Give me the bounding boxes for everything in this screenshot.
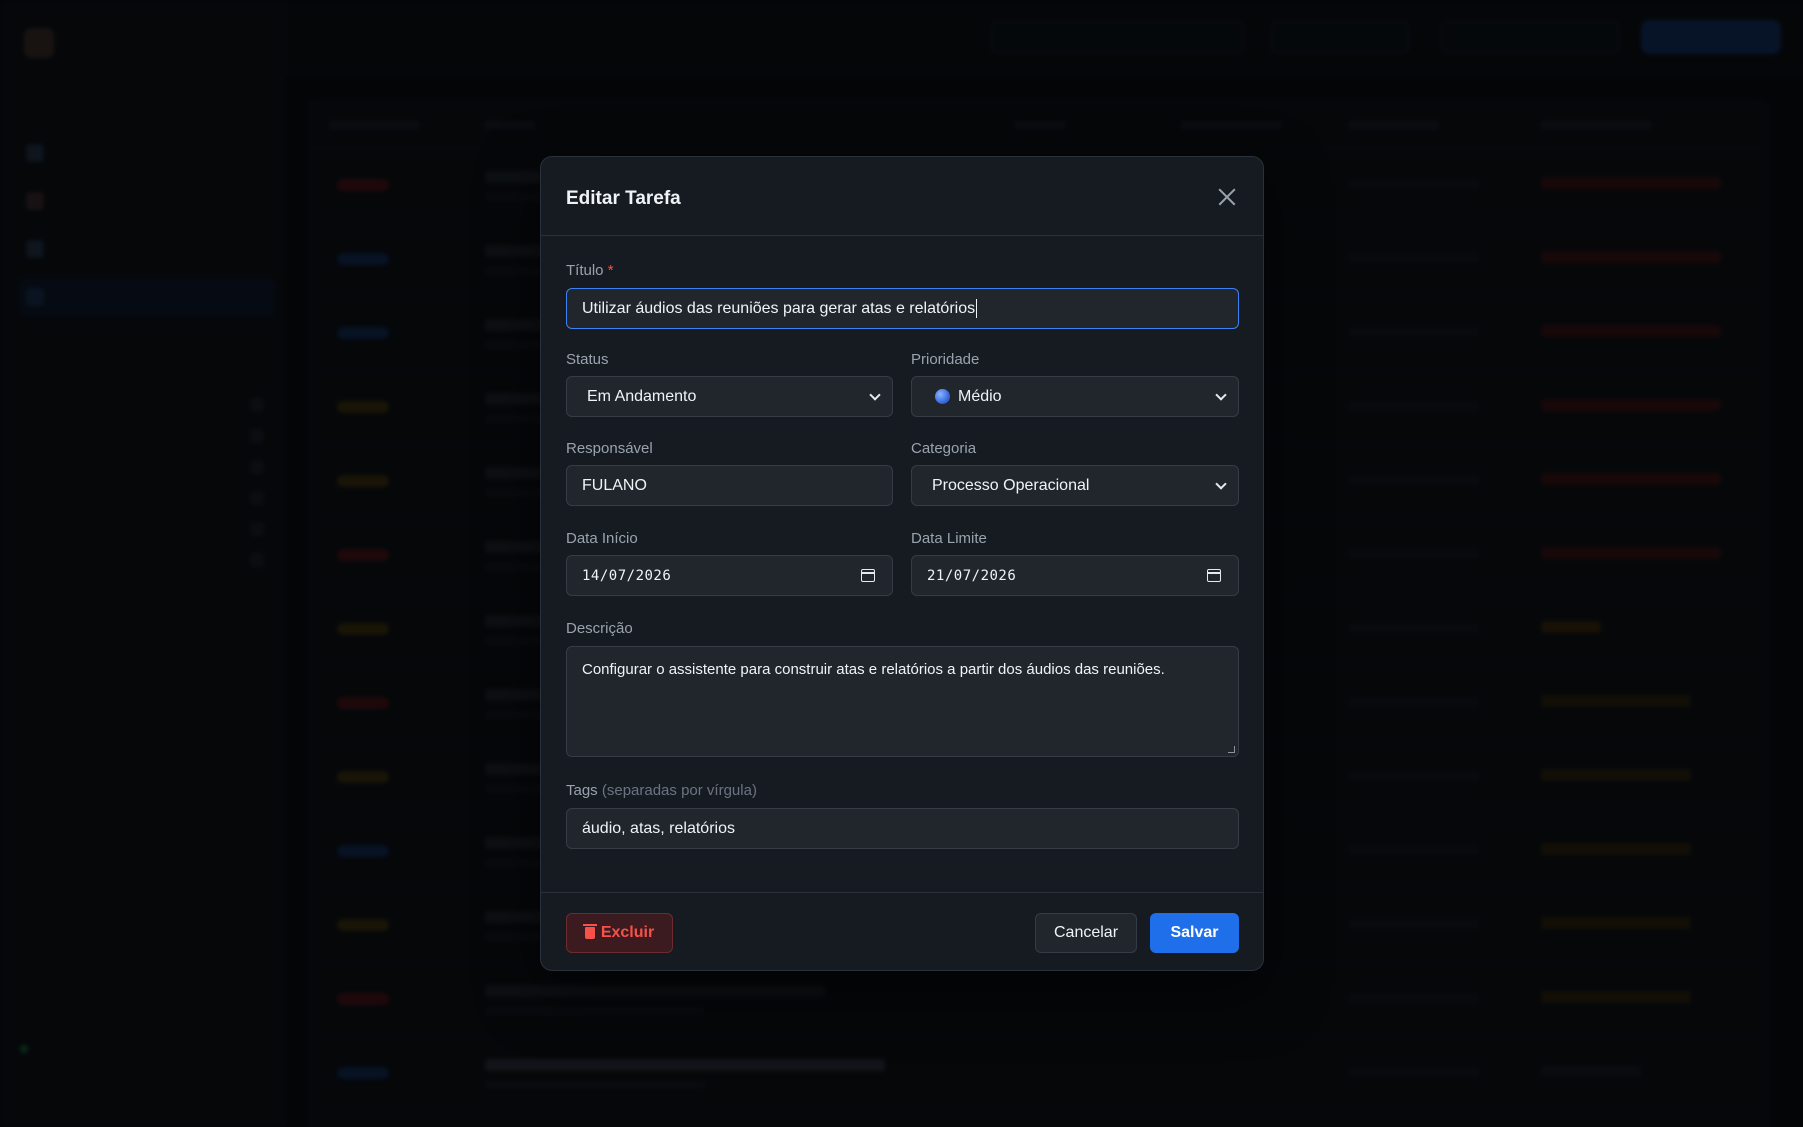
edit-task-dialog: Editar Tarefa Título * Utilizar áudios d… [540, 156, 1264, 971]
dialog-footer: Excluir Cancelar Salvar [541, 892, 1263, 972]
prioridade-select[interactable]: Médio [911, 376, 1239, 417]
tags-hint: (separadas por vírgula) [601, 782, 757, 799]
status-label: Status [566, 351, 609, 368]
titulo-input-value: Utilizar áudios das reuniões para gerar … [582, 299, 976, 317]
data-limite-input[interactable]: 21/07/2026 [911, 555, 1239, 596]
cancel-button[interactable]: Cancelar [1035, 913, 1137, 953]
resize-handle-icon[interactable] [1228, 746, 1235, 753]
data-limite-label: Data Limite [911, 530, 987, 547]
close-icon[interactable] [1213, 183, 1241, 211]
delete-button-label: Excluir [600, 924, 655, 941]
data-limite-value: 21/07/2026 [927, 567, 1017, 584]
categoria-label: Categoria [911, 440, 977, 457]
data-inicio-label: Data Início [566, 530, 638, 547]
save-button[interactable]: Salvar [1150, 913, 1239, 953]
titulo-label-text: Título [566, 262, 604, 279]
text-caret [976, 299, 978, 318]
tags-input[interactable]: áudio, atas, relatórios [566, 808, 1239, 849]
status-select-value: Em Andamento [587, 387, 697, 405]
chevron-down-icon [1215, 478, 1227, 490]
tags-label-text: Tags [566, 782, 598, 799]
dialog-title: Editar Tarefa [566, 188, 681, 209]
responsavel-input[interactable]: FULANO [566, 465, 893, 506]
data-inicio-input[interactable]: 14/07/2026 [566, 555, 893, 596]
categoria-select[interactable]: Processo Operacional [911, 465, 1239, 506]
tags-input-value: áudio, atas, relatórios [582, 819, 735, 837]
blue-circle-icon [935, 389, 950, 404]
calendar-icon[interactable] [861, 569, 875, 582]
trash-icon [582, 924, 597, 939]
calendar-icon[interactable] [1207, 569, 1221, 582]
chevron-down-icon [1215, 389, 1227, 401]
data-inicio-value: 14/07/2026 [582, 567, 672, 584]
responsavel-label: Responsável [566, 440, 653, 457]
categoria-select-value: Processo Operacional [932, 476, 1090, 494]
titulo-label: Título * [566, 262, 614, 279]
prioridade-label: Prioridade [911, 351, 980, 368]
status-select[interactable]: Em Andamento [566, 376, 893, 417]
descricao-label: Descrição [566, 620, 633, 637]
descricao-value: Configurar o assistente para construir a… [582, 661, 1165, 678]
tags-label: Tags (separadas por vírgula) [566, 782, 757, 799]
dialog-header: Editar Tarefa [541, 157, 1263, 236]
delete-button[interactable]: Excluir [566, 913, 673, 953]
chevron-down-icon [869, 389, 881, 401]
prioridade-select-value: Médio [958, 387, 1002, 405]
titulo-input[interactable]: Utilizar áudios das reuniões para gerar … [566, 288, 1239, 329]
required-mark: * [607, 262, 614, 279]
descricao-textarea[interactable]: Configurar o assistente para construir a… [566, 646, 1239, 757]
responsavel-input-value: FULANO [582, 476, 647, 494]
